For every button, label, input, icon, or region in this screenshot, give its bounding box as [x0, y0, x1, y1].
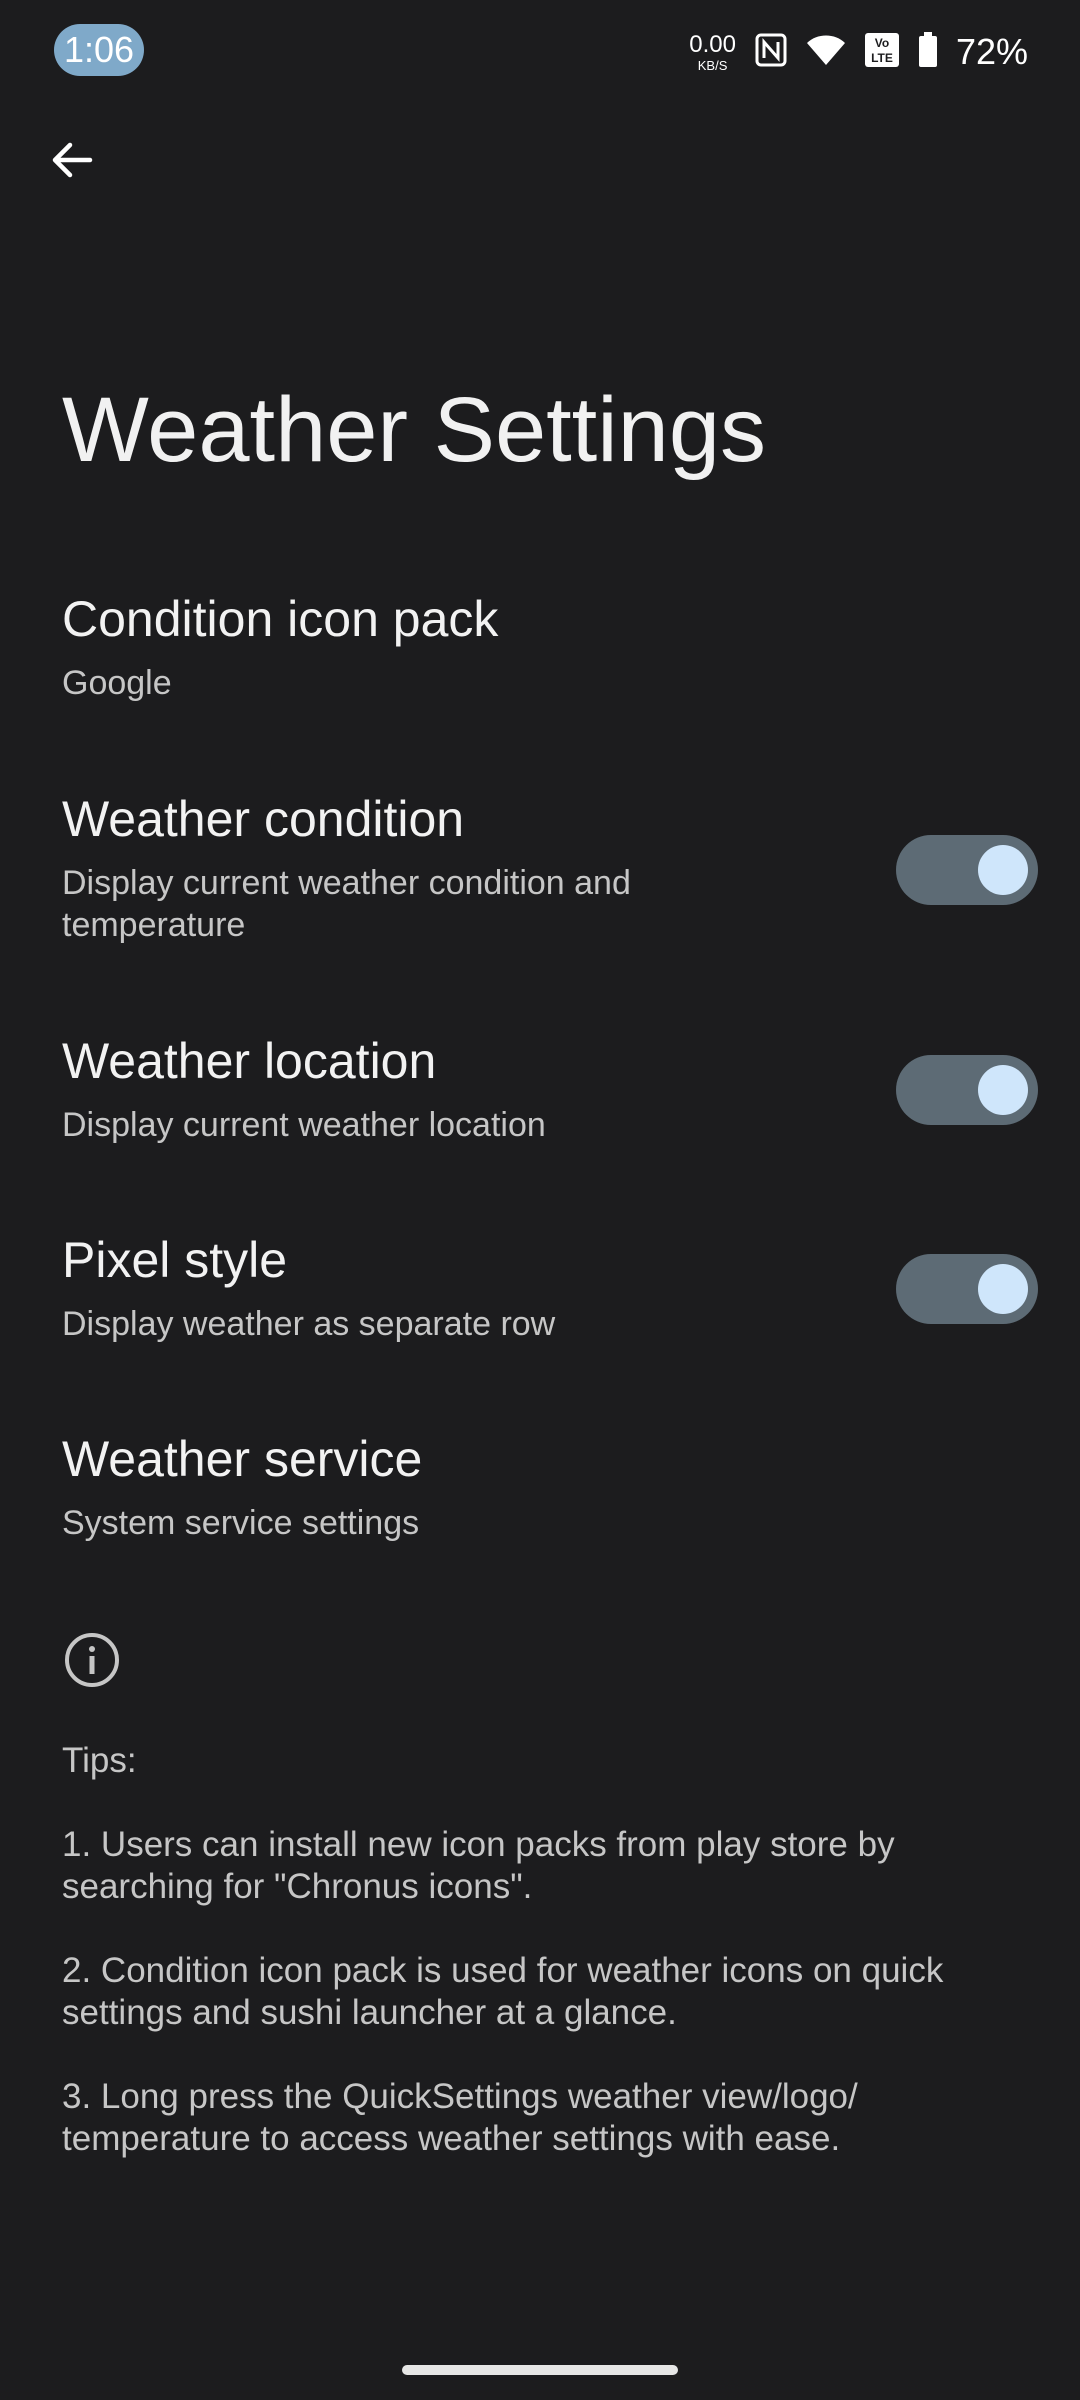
- setting-summary: Display weather as separate row: [62, 1305, 556, 1343]
- setting-title: Weather location: [62, 1033, 437, 1089]
- nfc-icon: [754, 32, 788, 73]
- tips-heading: Tips:: [62, 1741, 137, 1780]
- setting-summary: System service settings: [62, 1504, 420, 1542]
- toggle-knob: [978, 1065, 1028, 1115]
- svg-text:Vo: Vo: [875, 36, 889, 50]
- home-gesture-bar[interactable]: [402, 2365, 678, 2375]
- setting-title: Weather service: [62, 1431, 423, 1487]
- setting-summary: Display current weather location: [62, 1106, 546, 1144]
- setting-weather-condition[interactable]: Weather condition Display current weathe…: [0, 790, 1080, 950]
- arrow-back-icon: [52, 142, 93, 178]
- setting-summary: Google: [62, 664, 172, 702]
- tip-item: 3. Long press the QuickSettings weather …: [62, 2077, 858, 2158]
- network-speed: 0.00 KB/S: [689, 30, 736, 73]
- setting-weather-service[interactable]: Weather service System service settings: [0, 1430, 1080, 1570]
- setting-condition-icon-pack[interactable]: Condition icon pack Google: [0, 590, 1080, 730]
- setting-title: Pixel style: [62, 1232, 288, 1288]
- back-button[interactable]: [30, 118, 114, 202]
- network-speed-unit: KB/S: [697, 57, 728, 73]
- tip-item: 2. Condition icon pack is used for weath…: [62, 1951, 944, 2032]
- wifi-icon: [806, 33, 846, 72]
- weather-location-toggle[interactable]: [896, 1055, 1038, 1125]
- toggle-knob: [978, 845, 1028, 895]
- setting-weather-location[interactable]: Weather location Display current weather…: [0, 1032, 1080, 1172]
- status-bar: 1:06 0.00 KB/S Vo LTE 72%: [0, 0, 1080, 100]
- status-time: 1:06: [54, 24, 144, 76]
- volte-icon: Vo LTE: [864, 32, 900, 73]
- info-icon: [62, 1630, 122, 1690]
- svg-text:LTE: LTE: [871, 51, 893, 65]
- battery-percent: 72%: [955, 31, 1028, 72]
- pixel-style-toggle[interactable]: [896, 1254, 1038, 1324]
- setting-summary: Display current weather condition and te…: [62, 864, 631, 944]
- setting-pixel-style[interactable]: Pixel style Display weather as separate …: [0, 1231, 1080, 1371]
- weather-condition-toggle[interactable]: [896, 835, 1038, 905]
- setting-title: Condition icon pack: [62, 591, 499, 647]
- tips-section: Tips: 1. Users can install new icon pack…: [62, 1740, 1022, 2202]
- status-icons: 0.00 KB/S Vo LTE 72%: [689, 26, 1028, 78]
- battery-icon: [918, 31, 938, 73]
- setting-title: Weather condition: [62, 791, 465, 847]
- tip-item: 1. Users can install new icon packs from…: [62, 1825, 895, 1906]
- page-title: Weather Settings: [62, 379, 767, 481]
- network-speed-value: 0.00: [689, 30, 736, 58]
- toggle-knob: [978, 1264, 1028, 1314]
